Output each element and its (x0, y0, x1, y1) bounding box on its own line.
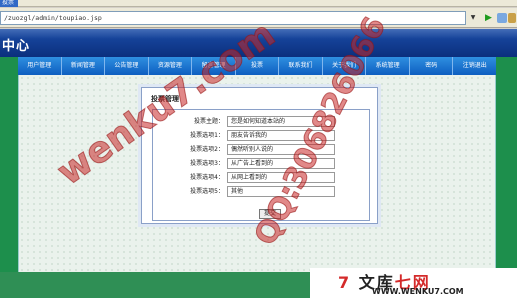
go-arrow-icon[interactable]: ▶ (482, 12, 495, 24)
browser-tab[interactable]: 投票 (0, 0, 18, 7)
nav-item-contact[interactable]: 联系我们 (279, 57, 323, 75)
nav-item-news[interactable]: 新闻管理 (62, 57, 106, 75)
form-row-option-2: 投票选项2： 偶然听别人说的 (153, 144, 371, 155)
form-row-option-3: 投票选项3： 从广告上看到的 (153, 158, 371, 169)
toolbar-icon[interactable] (497, 13, 507, 23)
browser-tab-strip: 投票 (0, 0, 517, 7)
nav-item-users[interactable]: 用户管理 (18, 57, 62, 75)
form-row-option-5: 投票选项5： 其他 (153, 186, 371, 197)
right-border (496, 57, 517, 272)
nav-item-password[interactable]: 密码 (410, 57, 454, 75)
toolbar-icon[interactable] (508, 13, 516, 23)
screen: 投票 /zuozgl/admin/toupiao.jsp ▼ ▶ 中心 用户管理… (0, 0, 517, 298)
chevron-down-icon[interactable]: ▼ (468, 12, 478, 24)
nav-item-logout[interactable]: 注销退出 (453, 57, 496, 75)
watermark-url: WWW.WENKU7.COM (372, 287, 464, 296)
nav-item-notices[interactable]: 公告管理 (105, 57, 149, 75)
field-label: 投票选项4： (190, 174, 224, 181)
field-label: 投票选项5： (190, 188, 224, 195)
field-label: 投票选项2： (190, 146, 224, 153)
field-label: 投票选项1： (190, 132, 224, 139)
form-row-option-4: 投票选项4： 从网上看到的 (153, 172, 371, 183)
field-label: 投票选项3： (190, 160, 224, 167)
url-text: /zuozgl/admin/toupiao.jsp (4, 14, 102, 22)
site-title: 中心 (2, 39, 31, 54)
url-field[interactable]: /zuozgl/admin/toupiao.jsp (0, 11, 466, 25)
tab-label: 投票 (2, 0, 15, 6)
left-border (0, 57, 18, 272)
